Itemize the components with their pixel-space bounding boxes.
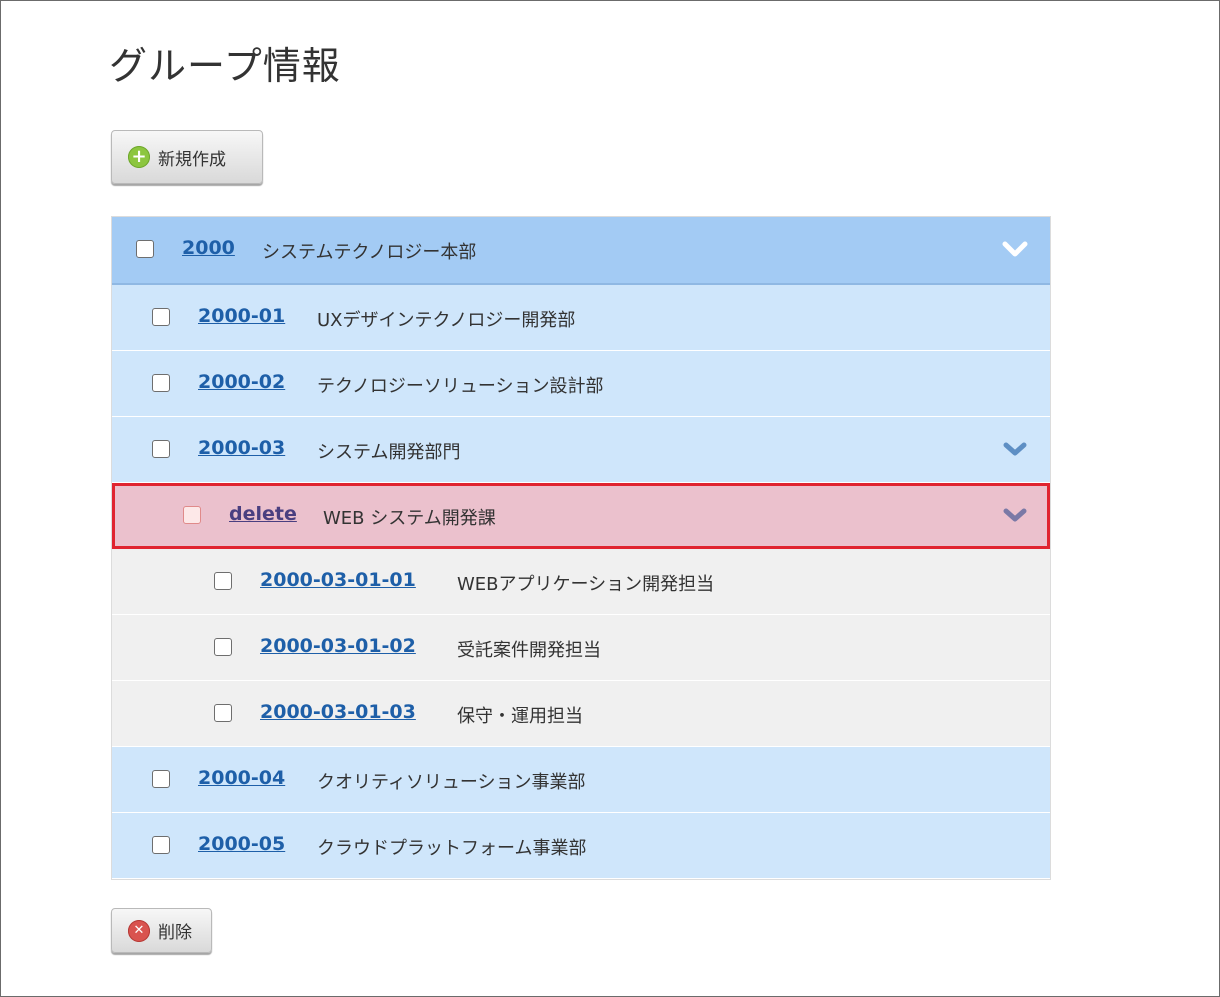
row-checkbox[interactable]: [152, 440, 170, 458]
delete-label: 削除: [158, 923, 192, 943]
group-name: UXデザインテクノロジー開発部: [317, 310, 576, 331]
group-name: システムテクノロジー本部: [262, 242, 477, 263]
row-checkbox[interactable]: [152, 308, 170, 326]
group-name: WEB システム開発課: [323, 508, 496, 529]
group-name: クオリティソリューション事業部: [317, 772, 586, 793]
chevron-down-icon[interactable]: [1002, 439, 1028, 459]
row-checkbox[interactable]: [214, 704, 232, 722]
new-create-button[interactable]: + 新規作成: [111, 130, 263, 184]
group-name: 保守・運用担当: [457, 706, 583, 727]
group-code-link[interactable]: 2000: [182, 237, 235, 259]
page-frame: グループ情報 + 新規作成 2000 システムテクノロジー本部 2000-01 …: [0, 0, 1220, 997]
group-row: 2000 システムテクノロジー本部: [112, 217, 1050, 285]
group-name: テクノロジーソリューション設計部: [317, 376, 604, 397]
row-checkbox[interactable]: [136, 240, 154, 258]
group-code-link[interactable]: 2000-02: [198, 371, 285, 393]
row-checkbox[interactable]: [152, 374, 170, 392]
group-name: クラウドプラットフォーム事業部: [317, 838, 587, 859]
group-name: システム開発部門: [317, 442, 461, 463]
group-name: 受託案件開発担当: [457, 640, 601, 661]
new-create-label: 新規作成: [158, 149, 226, 170]
group-tree: 2000 システムテクノロジー本部 2000-01 UXデザインテクノロジー開発…: [111, 216, 1051, 880]
group-code-link[interactable]: 2000-03-01-03: [260, 701, 416, 723]
group-row: 2000-03-01-01 WEBアプリケーション開発担当: [112, 549, 1050, 615]
chevron-down-icon[interactable]: [1002, 239, 1028, 259]
group-row: 2000-02 テクノロジーソリューション設計部: [112, 351, 1050, 417]
delete-button[interactable]: ✕ 削除: [111, 908, 212, 953]
group-name: WEBアプリケーション開発担当: [457, 574, 715, 595]
close-circle-icon: ✕: [128, 919, 150, 942]
plus-icon: +: [128, 146, 150, 168]
group-row-selected: delete WEB システム開発課: [112, 483, 1050, 549]
group-code-link[interactable]: 2000-05: [198, 833, 285, 855]
group-code-link[interactable]: 2000-03-01-02: [260, 635, 416, 657]
row-checkbox[interactable]: [152, 770, 170, 788]
group-code-link[interactable]: 2000-01: [198, 305, 285, 327]
row-checkbox[interactable]: [214, 638, 232, 656]
chevron-down-icon[interactable]: [1002, 505, 1028, 525]
group-code-link[interactable]: 2000-03-01-01: [260, 569, 416, 591]
group-row: 2000-04 クオリティソリューション事業部: [112, 747, 1050, 813]
page-title: グループ情報: [109, 44, 341, 88]
group-row: 2000-03-01-03 保守・運用担当: [112, 681, 1050, 747]
group-code-link[interactable]: 2000-04: [198, 767, 285, 789]
row-checkbox[interactable]: [214, 572, 232, 590]
group-row: 2000-03-01-02 受託案件開発担当: [112, 615, 1050, 681]
group-code-link[interactable]: 2000-03: [198, 437, 285, 459]
group-row: 2000-01 UXデザインテクノロジー開発部: [112, 285, 1050, 351]
group-code-link[interactable]: delete: [229, 503, 297, 525]
group-row: 2000-05 クラウドプラットフォーム事業部: [112, 813, 1050, 879]
row-checkbox[interactable]: [183, 506, 201, 524]
group-row: 2000-03 システム開発部門: [112, 417, 1050, 483]
row-checkbox[interactable]: [152, 836, 170, 854]
